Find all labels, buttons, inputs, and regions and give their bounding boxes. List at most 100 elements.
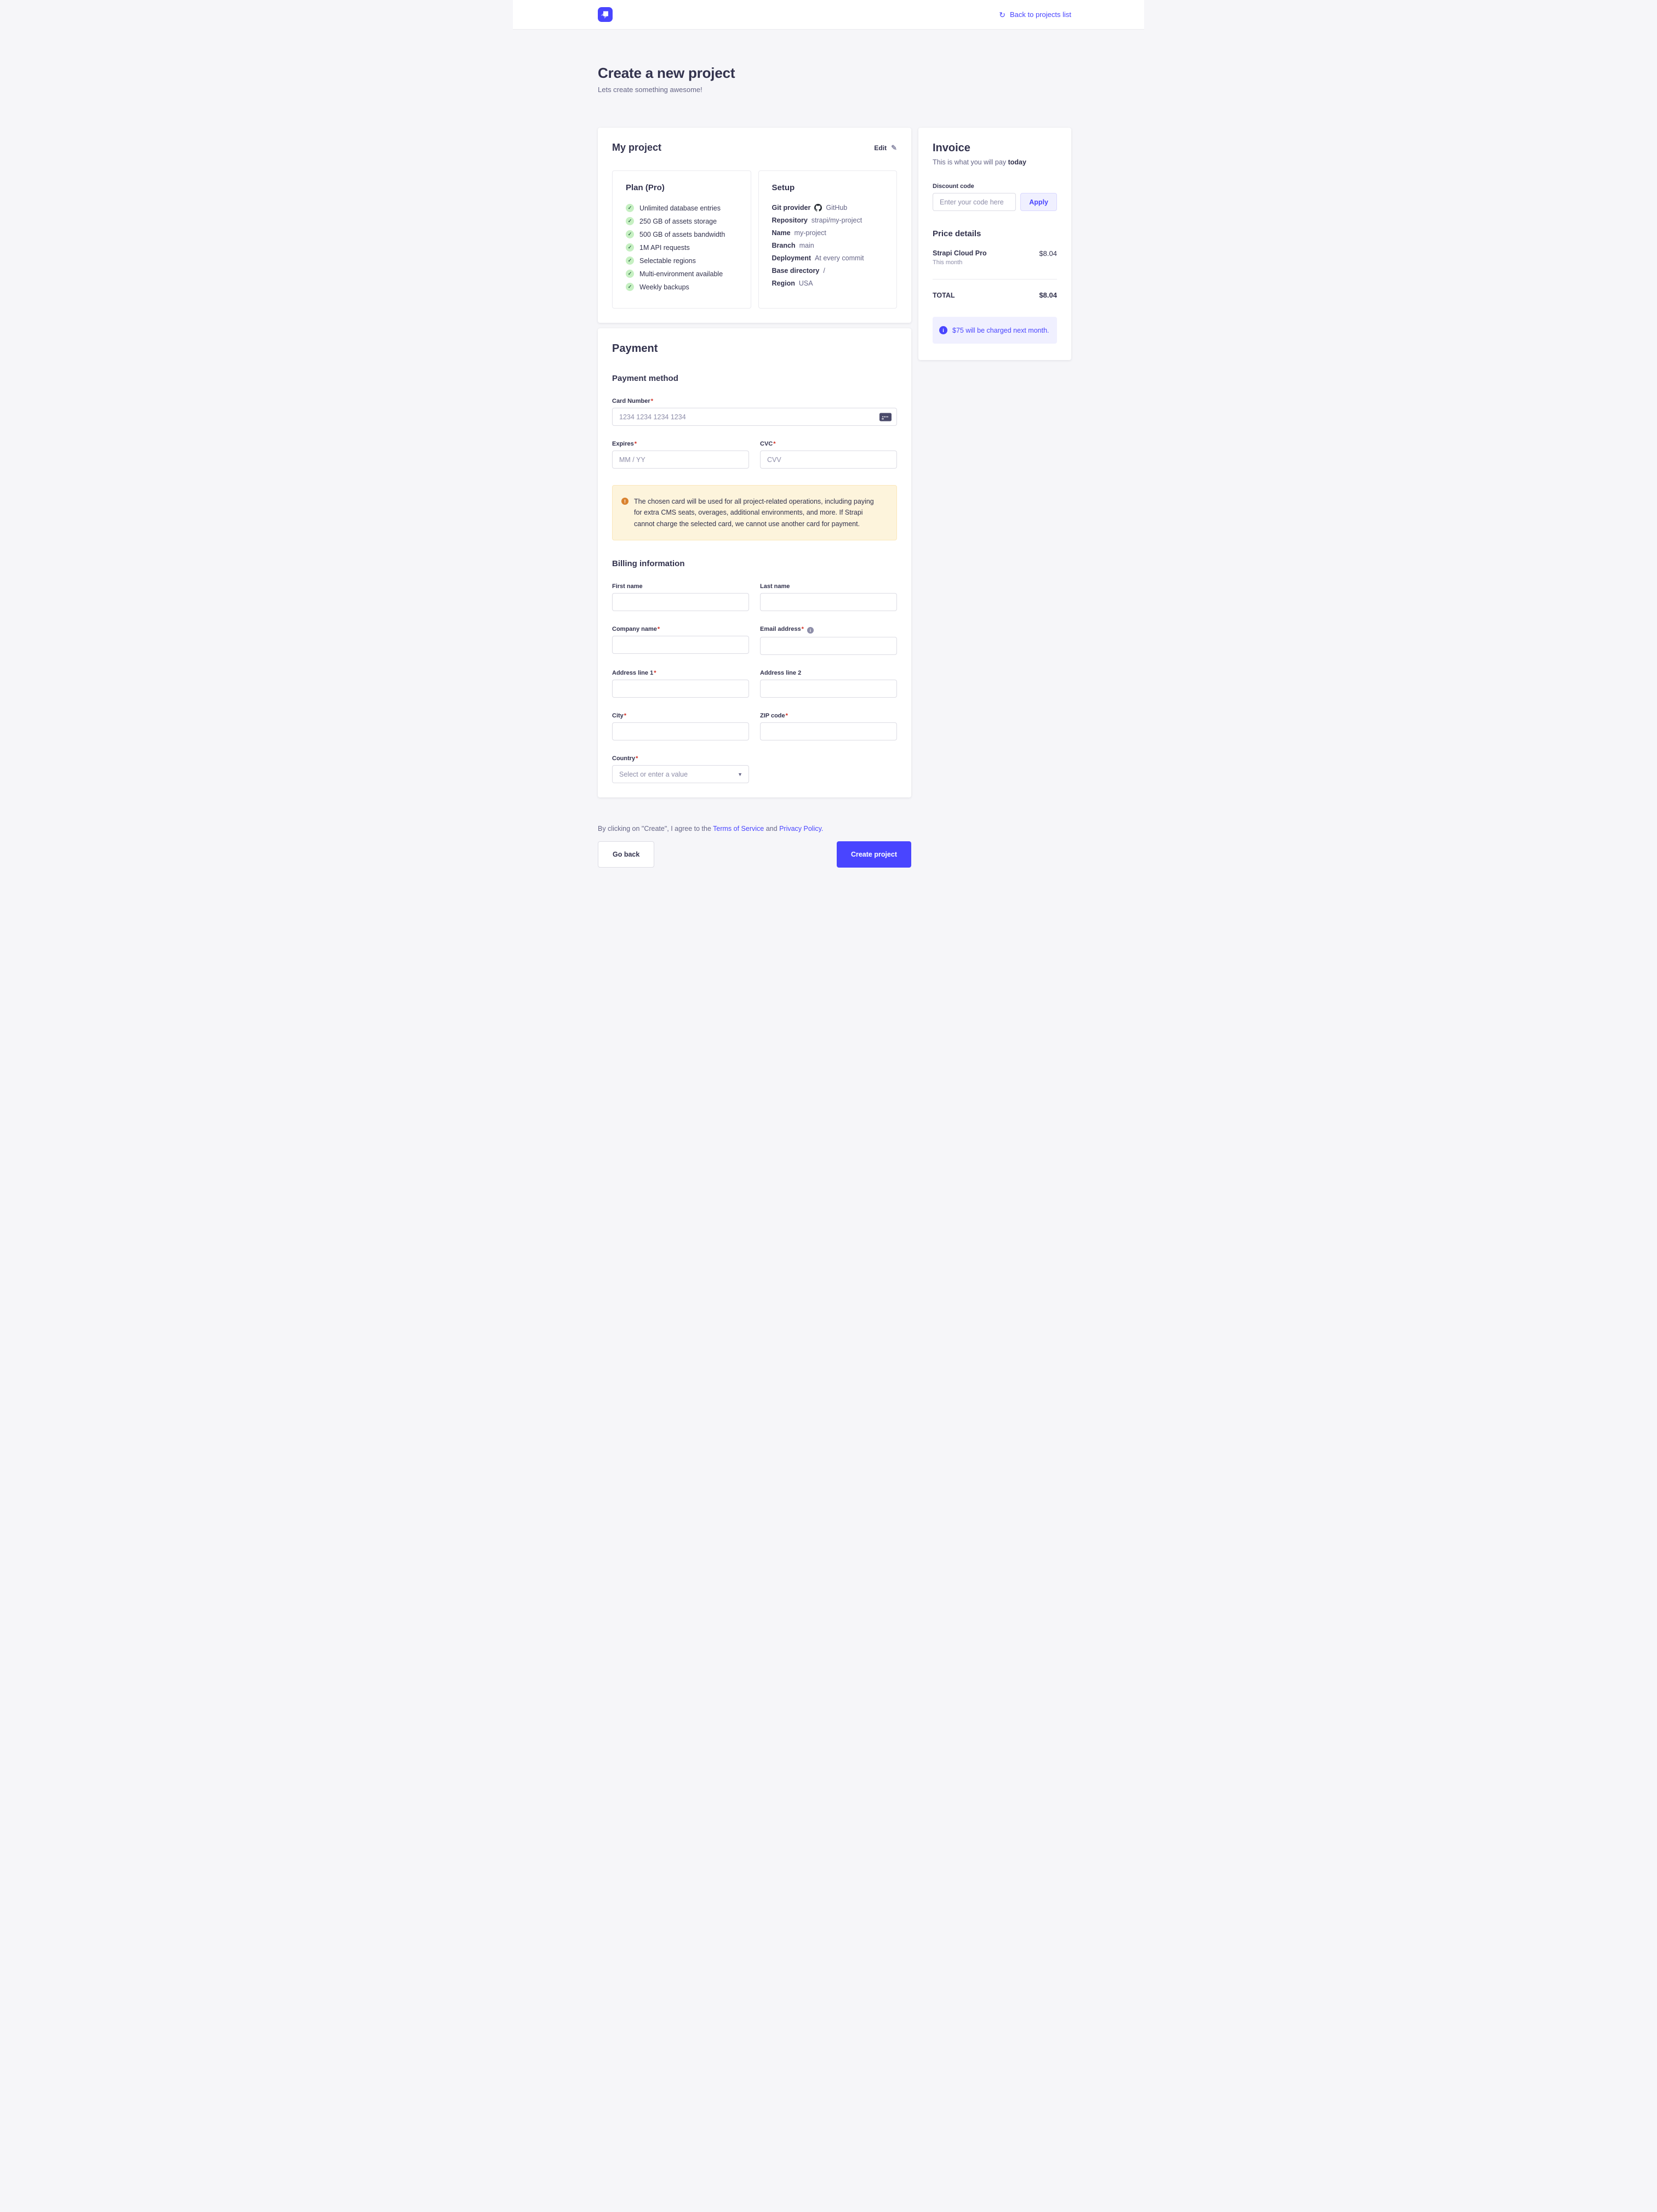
feature-label: 500 GB of assets bandwidth	[639, 231, 725, 238]
required-marker: *	[654, 670, 656, 676]
setup-row-value: /	[823, 267, 825, 275]
terms-of-service-link[interactable]: Terms of Service	[713, 825, 764, 833]
check-icon: ✓	[626, 204, 634, 212]
setup-row-git-provider: Git provider GitHub	[772, 204, 886, 212]
invoice-subtitle: This is what you will pay today	[933, 158, 1057, 166]
company-name-label: Company name*	[612, 626, 749, 632]
address-line1-label-text: Address line 1	[612, 670, 653, 676]
list-item: ✓Selectable regions	[626, 256, 740, 265]
setup-row-value: main	[799, 242, 814, 249]
country-select-input[interactable]	[612, 765, 749, 783]
required-marker: *	[786, 712, 788, 719]
setup-row-value: GitHub	[826, 204, 847, 212]
terms-prefix: By clicking on "Create", I agree to the	[598, 825, 713, 833]
billing-information-title: Billing information	[612, 559, 897, 568]
note-text: $75 will be charged next month.	[952, 327, 1049, 334]
invoice-card: Invoice This is what you will pay today …	[918, 128, 1071, 360]
price-details-title: Price details	[933, 229, 1057, 238]
github-icon	[814, 204, 822, 212]
setup-title: Setup	[772, 183, 886, 192]
payment-card: Payment Payment method Card Number* Expi…	[598, 328, 911, 797]
country-label-text: Country	[612, 755, 635, 762]
email-address-input[interactable]	[760, 637, 897, 655]
terms-agreement-text: By clicking on "Create", I agree to the …	[598, 825, 1144, 833]
pencil-icon: ✎	[891, 144, 897, 152]
feature-label: Weekly backups	[639, 283, 689, 291]
total-label: TOTAL	[933, 292, 955, 299]
page-title: Create a new project	[598, 65, 1144, 82]
zip-code-input[interactable]	[760, 722, 897, 740]
total-row: TOTAL $8.04	[933, 291, 1057, 299]
page-subtitle: Lets create something awesome!	[598, 85, 1144, 94]
list-item: ✓Unlimited database entries	[626, 204, 740, 212]
first-name-label: First name	[612, 583, 749, 590]
feature-label: Multi-environment available	[639, 270, 723, 278]
first-name-input[interactable]	[612, 593, 749, 611]
left-column: My project Edit ✎ Plan (Pro) ✓Unlimited …	[598, 128, 911, 797]
required-marker: *	[624, 712, 626, 719]
setup-row-label: Base directory	[772, 267, 820, 275]
edit-project-button[interactable]: Edit ✎	[874, 144, 897, 152]
company-name-input[interactable]	[612, 636, 749, 654]
setup-row: DeploymentAt every commit	[772, 254, 886, 262]
check-icon: ✓	[626, 270, 634, 278]
invoice-subtitle-text: This is what you will pay	[933, 158, 1008, 166]
setup-row: Repositorystrapi/my-project	[772, 216, 886, 224]
address-line1-label: Address line 1*	[612, 670, 749, 676]
card-number-input[interactable]	[612, 408, 897, 426]
email-address-label: Email address*i	[760, 626, 897, 634]
invoice-title: Invoice	[933, 142, 1057, 155]
company-name-label-text: Company name	[612, 626, 657, 632]
check-icon: ✓	[626, 283, 634, 291]
required-marker: *	[658, 626, 660, 632]
go-back-button[interactable]: Go back	[598, 841, 654, 868]
required-marker: *	[802, 626, 804, 632]
list-item: ✓ Multi-environment available	[626, 270, 740, 278]
setup-rows: Git provider GitHub Repositorystrapi/my-…	[772, 204, 886, 287]
check-icon: ✓	[626, 243, 634, 252]
last-name-input[interactable]	[760, 593, 897, 611]
footer-actions: Go back Create project	[598, 841, 911, 868]
required-marker: *	[773, 441, 775, 447]
strapi-logo[interactable]	[598, 7, 613, 22]
price-line-item: Strapi Cloud Pro This month $8.04	[933, 249, 1057, 266]
back-to-projects-link[interactable]: ↻ Back to projects list	[999, 10, 1071, 19]
my-project-card: My project Edit ✎ Plan (Pro) ✓Unlimited …	[598, 128, 911, 323]
back-link-label: Back to projects list	[1010, 10, 1071, 19]
feature-label: 250 GB of assets storage	[639, 218, 717, 225]
line-item-amount: $8.04	[1039, 249, 1057, 266]
warning-text: The chosen card will be used for all pro…	[634, 496, 883, 529]
address-line2-label: Address line 2	[760, 670, 897, 676]
create-project-button[interactable]: Create project	[837, 841, 911, 868]
setup-row-value: At every commit	[815, 254, 864, 262]
total-amount: $8.04	[1039, 291, 1057, 299]
cvc-input[interactable]	[760, 451, 897, 469]
page-head: Create a new project Lets create somethi…	[598, 30, 1144, 94]
setup-row: Branchmain	[772, 242, 886, 249]
setup-box: Setup Git provider GitHub Repositorystra…	[758, 170, 898, 309]
top-navigation-bar: ↻ Back to projects list	[513, 0, 1144, 30]
country-select[interactable]: ▼	[612, 765, 749, 783]
apply-discount-button[interactable]: Apply	[1020, 193, 1057, 211]
invoice-divider	[933, 279, 1057, 280]
setup-row-label: Region	[772, 280, 795, 287]
setup-row-label: Git provider	[772, 204, 811, 212]
strapi-logo-icon	[598, 7, 613, 22]
page-content: Create a new project Lets create somethi…	[513, 30, 1144, 925]
invoice-subtitle-emphasis: today	[1008, 158, 1026, 166]
next-month-charge-note: i $75 will be charged next month.	[933, 317, 1057, 344]
check-icon: ✓	[626, 230, 634, 238]
discount-code-label: Discount code	[933, 183, 1057, 190]
expires-input[interactable]	[612, 451, 749, 469]
discount-code-input[interactable]	[933, 193, 1016, 211]
terms-and: and	[764, 825, 779, 833]
cvc-label: CVC*	[760, 441, 897, 447]
privacy-policy-link[interactable]: Privacy Policy.	[779, 825, 823, 833]
warning-icon: !	[621, 498, 628, 505]
last-name-label: Last name	[760, 583, 897, 590]
required-marker: *	[651, 398, 653, 404]
address-line1-input[interactable]	[612, 680, 749, 698]
card-number-label-text: Card Number	[612, 398, 650, 404]
address-line2-input[interactable]	[760, 680, 897, 698]
city-input[interactable]	[612, 722, 749, 740]
